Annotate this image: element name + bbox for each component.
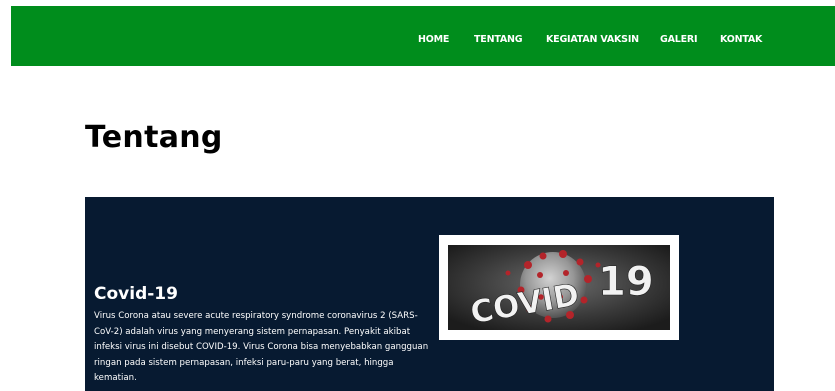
section-heading: Covid-19	[94, 284, 178, 304]
covid-image-frame: COVID 19	[439, 235, 679, 340]
nav-item-kontak[interactable]: KONTAK	[720, 34, 762, 46]
nav-item-home[interactable]: HOME	[418, 34, 449, 46]
page: HOME TENTANG KEGIATAN VAKSIN GALERI KONT…	[0, 0, 835, 391]
nav-item-tentang[interactable]: TENTANG	[474, 34, 523, 46]
nav-item-galeri[interactable]: GALERI	[660, 34, 698, 46]
coronavirus-image: COVID 19	[448, 245, 670, 330]
page-title: Tentang	[85, 120, 223, 155]
covid-info-section: Covid-19 Virus Corona atau severe acute …	[85, 197, 774, 391]
nav-item-kegiatan-vaksin[interactable]: KEGIATAN VAKSIN	[546, 34, 639, 46]
top-navbar: HOME TENTANG KEGIATAN VAKSIN GALERI KONT…	[11, 6, 835, 66]
covid-image-text-right: 19	[598, 259, 654, 305]
section-description: Virus Corona atau severe acute respirato…	[94, 311, 429, 383]
